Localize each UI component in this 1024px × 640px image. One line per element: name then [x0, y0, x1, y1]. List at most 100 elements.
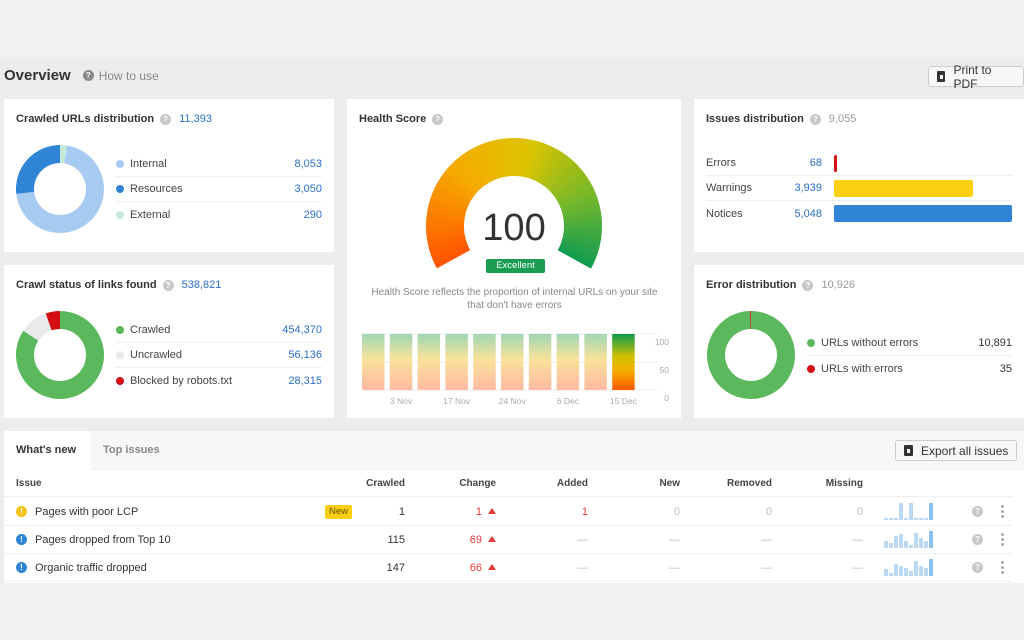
history-bar[interactable]	[501, 334, 524, 390]
issue-bar-warnings[interactable]	[834, 179, 973, 197]
added-value[interactable]: 1	[582, 498, 588, 526]
change-cell[interactable]: 69	[470, 526, 496, 554]
export-all-issues-button[interactable]: Export all issues	[895, 440, 1018, 461]
download-doc-icon	[937, 71, 946, 82]
crawled-value[interactable]: 115	[387, 526, 405, 554]
help-icon[interactable]: ?	[160, 113, 172, 125]
legend-label: Uncrawled	[130, 349, 182, 361]
col-issue[interactable]: Issue	[16, 471, 42, 497]
legend-label: URLs without errors	[821, 337, 919, 349]
history-bar[interactable]	[584, 334, 607, 390]
legend-value[interactable]: 28,315	[288, 375, 322, 387]
error-distribution-card: Error distribution ? 10,926 URLs without…	[694, 265, 1024, 418]
donut-segment-resources[interactable]	[15, 145, 60, 194]
removed-value: 0	[765, 506, 772, 518]
legend-dot-icon	[116, 185, 124, 193]
error-distribution-donut	[707, 311, 795, 399]
help-icon[interactable]: ?	[162, 279, 174, 291]
trend-sparkline[interactable]	[884, 530, 934, 548]
legend-value: 10,891	[978, 337, 1012, 349]
col-removed[interactable]: Removed	[727, 471, 772, 497]
print-to-pdf-button[interactable]: Print to PDF	[928, 63, 1024, 91]
crawled-value[interactable]: 147	[387, 554, 405, 582]
added-value[interactable]: —	[577, 526, 588, 554]
export-label: Export all issues	[921, 443, 1009, 458]
history-bar[interactable]	[528, 334, 552, 390]
history-bar[interactable]	[556, 334, 580, 390]
legend-row[interactable]: Crawled 454,370	[116, 318, 322, 343]
legend-value[interactable]: 3,050	[294, 183, 322, 195]
help-icon[interactable]: ?	[809, 113, 821, 125]
issue-bar-errors[interactable]	[834, 154, 837, 172]
history-bar[interactable]	[473, 334, 496, 390]
col-new[interactable]: New	[659, 471, 680, 497]
added-value[interactable]: —	[577, 554, 588, 582]
y-tick-label: 50	[660, 365, 670, 375]
issue-name-link[interactable]: Pages dropped from Top 10	[35, 526, 171, 554]
missing-value: 0	[856, 506, 863, 518]
more-options-icon[interactable]	[1001, 505, 1004, 518]
sparkline-bar	[894, 536, 898, 548]
issue-bar-notices[interactable]	[834, 205, 1012, 222]
col-added[interactable]: Added	[557, 471, 588, 497]
history-bar[interactable]	[362, 334, 385, 390]
sparkline-bar	[899, 503, 903, 520]
sparkline-bar	[894, 518, 898, 520]
legend-row[interactable]: URLs without errors 10,891	[807, 331, 1012, 356]
legend-row[interactable]: External 290	[116, 202, 322, 227]
sparkline-bar	[929, 503, 933, 520]
error-total: 10,926	[821, 279, 856, 291]
issue-name-link[interactable]: Pages with poor LCP	[35, 498, 138, 526]
legend-row[interactable]: Internal 8,053	[116, 152, 322, 177]
table-row[interactable]: ! Organic traffic dropped 147 66 — — — —?	[4, 554, 1012, 582]
trend-sparkline[interactable]	[884, 502, 934, 520]
tab-whats-new[interactable]: What's new	[4, 431, 91, 471]
more-options-icon[interactable]	[1001, 533, 1004, 546]
col-missing[interactable]: Missing	[826, 471, 863, 497]
change-cell[interactable]: 66	[470, 554, 496, 582]
help-icon[interactable]: ?	[972, 562, 983, 573]
legend-value[interactable]: 454,370	[282, 324, 322, 336]
issue-type-label: Errors	[706, 157, 736, 169]
sparkline-bar	[924, 567, 928, 576]
help-icon[interactable]: ?	[972, 534, 983, 545]
col-crawled[interactable]: Crawled	[366, 471, 405, 497]
history-bar[interactable]	[389, 334, 413, 390]
help-icon[interactable]: ?	[972, 506, 983, 517]
help-icon[interactable]: ?	[802, 279, 814, 291]
table-row[interactable]: ! Pages dropped from Top 10 115 69 — — — —?	[4, 526, 1012, 554]
tab-top-issues[interactable]: Top issues	[103, 431, 160, 470]
table-row[interactable]: ! Pages with poor LCP New 1 1 1 0 0 0?	[4, 498, 1012, 526]
history-bar[interactable]	[445, 334, 468, 390]
legend-row[interactable]: URLs with errors 35	[807, 356, 1012, 381]
how-to-use-link[interactable]: ? How to use	[82, 68, 159, 83]
crawl-status-total[interactable]: 538,821	[182, 279, 222, 291]
change-cell[interactable]: 1	[476, 498, 496, 526]
legend-value[interactable]: 56,136	[288, 349, 322, 361]
trend-sparkline[interactable]	[884, 558, 934, 576]
sparkline-bar	[884, 518, 888, 520]
col-change[interactable]: Change	[459, 471, 496, 497]
sparkline-bar	[884, 569, 888, 576]
crawled-value[interactable]: 1	[399, 498, 405, 526]
legend-value[interactable]: 290	[304, 209, 322, 221]
issue-name-link[interactable]: Organic traffic dropped	[35, 554, 147, 582]
issues-row-notices[interactable]: Notices 5,048	[706, 201, 1012, 226]
issue-type-count[interactable]: 68	[784, 157, 822, 169]
legend-row[interactable]: Resources 3,050	[116, 177, 322, 202]
issue-type-count[interactable]: 5,048	[784, 208, 822, 220]
legend-row[interactable]: Uncrawled 56,136	[116, 343, 322, 368]
legend-value[interactable]: 8,053	[294, 158, 322, 170]
issue-type-count[interactable]: 3,939	[784, 182, 822, 194]
issues-row-warnings[interactable]: Warnings 3,939	[706, 176, 1012, 201]
legend-row[interactable]: Blocked by robots.txt 28,315	[116, 368, 322, 393]
history-bar[interactable]	[612, 334, 635, 390]
crawl-status-legend: Crawled 454,370 Uncrawled 56,136 Blocked by …	[116, 318, 322, 393]
sparkline-bar	[914, 518, 918, 520]
issues-row-errors[interactable]: Errors 68	[706, 151, 1012, 176]
crawled-urls-total[interactable]: 11,393	[179, 113, 212, 125]
how-to-use-label: How to use	[98, 68, 159, 83]
history-bar[interactable]	[417, 334, 441, 390]
crawled-urls-legend: Internal 8,053 Resources 3,050 External 290	[116, 152, 322, 227]
more-options-icon[interactable]	[1001, 561, 1004, 574]
